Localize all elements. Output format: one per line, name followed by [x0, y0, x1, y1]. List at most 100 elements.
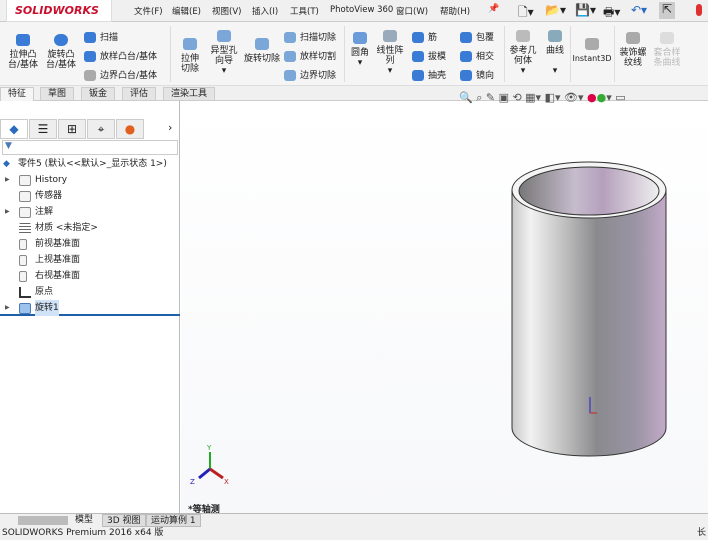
- extrude-boss-icon: [16, 34, 30, 46]
- rib-button[interactable]: 筋: [412, 30, 437, 44]
- property-manager-tab[interactable]: ☰: [29, 119, 57, 139]
- plane-icon: [19, 239, 27, 250]
- hole-wizard-icon: [217, 30, 231, 42]
- loft-cut-button[interactable]: 放样切割: [284, 49, 336, 63]
- mirror-icon: [460, 69, 472, 81]
- menu-insert[interactable]: 插入(I): [252, 5, 278, 17]
- tree-item-annotations[interactable]: ▶ 注解: [0, 204, 180, 220]
- pin-icon[interactable]: 📌: [488, 4, 499, 14]
- history-folder-icon: [19, 175, 31, 186]
- appearance-icon: ●: [124, 122, 136, 136]
- fillet-button[interactable]: 圆角 ▾: [348, 32, 372, 68]
- save-icon[interactable]: 💾▾: [575, 3, 596, 17]
- configuration-tab[interactable]: ⊞: [58, 119, 86, 139]
- new-file-icon[interactable]: 🗋▾: [518, 3, 534, 24]
- tab-motion-study[interactable]: 运动算例 1: [146, 514, 201, 527]
- cosmetic-thread-button[interactable]: 装饰螺纹线: [618, 32, 648, 68]
- tree-item-history[interactable]: ▶ History: [0, 172, 180, 188]
- status-text: SOLIDWORKS Premium 2016 x64 版: [2, 528, 164, 538]
- loft-boss-button[interactable]: 放样凸台/基体: [84, 49, 157, 63]
- material-icon: [19, 223, 31, 234]
- menu-help[interactable]: 帮助(H): [440, 5, 470, 17]
- filter-input[interactable]: ▼: [2, 140, 178, 155]
- curves-button[interactable]: 曲线 ▾: [542, 30, 568, 76]
- tab-3d-views[interactable]: 3D 视图: [102, 514, 146, 527]
- select-icon[interactable]: ⇱: [659, 2, 675, 19]
- crosshair-icon: ⌖: [97, 122, 105, 136]
- intersect-button[interactable]: 相交: [460, 49, 494, 63]
- tree-item-sensors[interactable]: 传感器: [0, 188, 180, 204]
- boundary-boss-button[interactable]: 边界凸台/基体: [84, 68, 157, 82]
- status-right: 长: [696, 528, 706, 538]
- cylinder-model[interactable]: Y Z X: [181, 101, 708, 513]
- fit-spline-button[interactable]: 套合样条曲线: [652, 32, 682, 68]
- feature-manager-panel: ◆ ☰ ⊞ ⌖ ● › ▼ ◆ 零件5 (默认<<默认>_显示状态 1>) ▶ Hi…: [0, 101, 180, 513]
- sweep-button[interactable]: 扫描: [84, 30, 118, 44]
- instant3d-icon: [585, 38, 599, 50]
- reference-geometry-icon: [516, 30, 530, 42]
- triad-x-label: X: [224, 478, 229, 486]
- sweep-cut-button[interactable]: 扫描切除: [284, 30, 336, 44]
- mirror-button[interactable]: 镜向: [460, 68, 494, 82]
- display-manager-tab[interactable]: ●: [116, 119, 144, 139]
- sweep-cut-icon: [284, 31, 296, 43]
- fillet-icon: [353, 32, 367, 44]
- feature-tree-tab[interactable]: ◆: [0, 119, 28, 139]
- menu-file[interactable]: 文件(F): [134, 5, 163, 17]
- boundary-cut-button[interactable]: 边界切除: [284, 68, 336, 82]
- reference-geometry-button[interactable]: 参考几何体 ▾: [508, 30, 538, 76]
- undo-icon[interactable]: ↶▾: [631, 3, 647, 17]
- tree-item-top-plane[interactable]: 上视基准面: [0, 252, 180, 268]
- draft-button[interactable]: 拔模: [412, 49, 446, 63]
- extrude-cut-button[interactable]: 拉伸切除: [174, 38, 206, 74]
- part-icon: ◆: [9, 122, 19, 136]
- annotation-folder-icon: [19, 207, 31, 218]
- rib-icon: [412, 31, 424, 43]
- tree-item-material[interactable]: 材质 <未指定>: [0, 220, 180, 236]
- part-icon: ◆: [3, 159, 10, 169]
- wrap-icon: [460, 31, 472, 43]
- revolve-cut-button[interactable]: 旋转切除: [244, 38, 280, 64]
- wrap-button[interactable]: 包覆: [460, 30, 494, 44]
- view-triad: Y Z X: [190, 444, 229, 486]
- tab-sheet-metal[interactable]: 钣金: [81, 87, 116, 101]
- tree-item-right-plane[interactable]: 右视基准面: [0, 268, 180, 284]
- linear-pattern-button[interactable]: 线性阵列 ▾: [375, 30, 405, 76]
- draft-icon: [412, 50, 424, 62]
- dimxpert-tab[interactable]: ⌖: [87, 119, 115, 139]
- menu-photoview[interactable]: PhotoView 360: [330, 5, 393, 15]
- open-icon[interactable]: 📂▾: [545, 3, 566, 17]
- hole-wizard-button[interactable]: 异型孔向导 ▾: [208, 30, 240, 76]
- shell-icon: [412, 69, 424, 81]
- plane-icon: [19, 255, 27, 266]
- extrude-boss-button[interactable]: 拉伸凸台/基体: [6, 34, 40, 70]
- shell-button[interactable]: 抽壳: [412, 68, 446, 82]
- revolve-boss-button[interactable]: 旋转凸台/基体: [44, 34, 78, 70]
- tree-item-revolve1[interactable]: ▶ 旋转1: [0, 300, 180, 316]
- rebuild-icon[interactable]: [696, 4, 702, 16]
- tree-item-origin[interactable]: 原点: [0, 284, 180, 300]
- print-icon[interactable]: 🖶▾: [603, 3, 620, 24]
- list-icon: ☰: [37, 122, 49, 136]
- tab-model[interactable]: 模型: [71, 514, 98, 527]
- tab-features[interactable]: 特征: [0, 87, 35, 101]
- menu-edit[interactable]: 编辑(E): [172, 5, 201, 17]
- menu-tools[interactable]: 工具(T): [290, 5, 319, 17]
- linear-pattern-icon: [383, 30, 397, 42]
- tab-evaluate[interactable]: 评估: [122, 87, 157, 101]
- tree-item-front-plane[interactable]: 前视基准面: [0, 236, 180, 252]
- instant3d-button[interactable]: Instant3D: [572, 38, 612, 64]
- origin-icon: [19, 287, 31, 298]
- tab-sketch[interactable]: 草图: [40, 87, 75, 101]
- status-bar: SOLIDWORKS Premium 2016 x64 版 长: [0, 527, 708, 540]
- graphics-area[interactable]: 🔍 ⌕ ✎ ▣ ⟲ ▦▾ ◧▾ 👁▾ ●●▾ ▭ Y Z X *等轴测: [181, 91, 708, 515]
- menu-view[interactable]: 视图(V): [212, 5, 241, 17]
- menu-window[interactable]: 窗口(W): [396, 5, 428, 17]
- tree-root[interactable]: ◆ 零件5 (默认<<默认>_显示状态 1>): [0, 156, 180, 172]
- chevron-right-icon[interactable]: ›: [168, 121, 172, 134]
- tab-scroll-arrows[interactable]: [18, 516, 68, 525]
- tab-render-tools[interactable]: 渲染工具: [163, 87, 216, 101]
- title-bar: SOLIDWORKS 文件(F) 编辑(E) 视图(V) 插入(I) 工具(T)…: [0, 0, 708, 22]
- solidworks-logo[interactable]: SOLIDWORKS: [6, 0, 112, 22]
- fit-spline-icon: [660, 32, 674, 44]
